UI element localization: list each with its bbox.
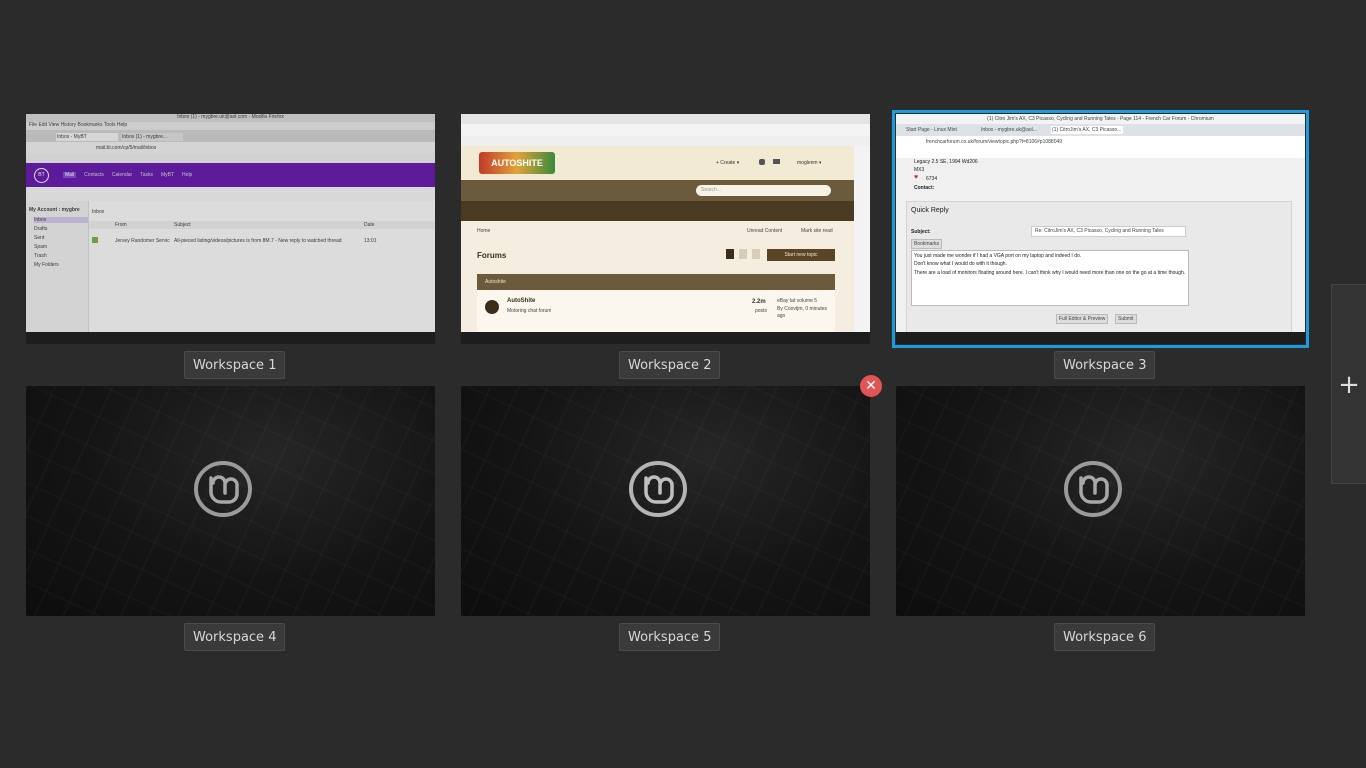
- url-text: frenchcarforum.co.uk/forum/viewtopic.php…: [926, 139, 1063, 145]
- tab-strip: [461, 114, 870, 124]
- page-content: Legacy 2.5 SE, 1994 Wd206 MX3 ♥ 6734 Con…: [896, 158, 1305, 332]
- post-count: 2.2m: [752, 299, 766, 305]
- workspace-thumbnail[interactable]: AUTOSHITE + Create ▾ moglenm ▾ Search...…: [461, 114, 870, 344]
- profile-line: MX3: [914, 167, 925, 173]
- workspace-label[interactable]: Workspace 3: [1054, 351, 1156, 379]
- forum-band: [461, 201, 870, 221]
- reply-line: You just made me wonder if I had a VGA p…: [914, 253, 1082, 259]
- workspace-label[interactable]: Workspace 2: [619, 351, 721, 379]
- forum-body: Home Unread Content Mark site read Forum…: [461, 221, 870, 332]
- workspace-label[interactable]: Workspace 4: [184, 623, 286, 651]
- tab-strip: Start Page - Linux Mint Inbox - mygbre.u…: [896, 124, 1305, 136]
- linux-mint-logo-icon: [194, 461, 252, 517]
- quick-reply-heading: Quick Reply: [911, 207, 949, 214]
- section-header: Autoshite: [477, 274, 835, 290]
- forum-name: AutoShite: [507, 298, 536, 304]
- browser-sidebar: [854, 146, 870, 332]
- panel-strip: [26, 332, 435, 344]
- subject-input: Re: CitroJim's AX, C3 Picasso, Cycling a…: [1031, 226, 1186, 237]
- workspace-label[interactable]: Workspace 5: [619, 623, 721, 651]
- reply-textarea: You just made me wonder if I had a VGA p…: [911, 250, 1189, 306]
- linux-mint-logo-icon: [629, 461, 687, 517]
- bell-icon: [759, 159, 765, 165]
- forum-logo: AUTOSHITE: [479, 152, 555, 174]
- reply-line: There are a load of monitors floating ar…: [914, 270, 1186, 276]
- start-topic-button: Start new topic: [767, 249, 835, 261]
- panel-strip: [461, 332, 870, 344]
- view-toggle: [752, 249, 760, 259]
- workspace-thumbnail[interactable]: [896, 386, 1305, 616]
- chromium-window-preview: (1) Citro Jim's AX, C3 Picasso, Cycling …: [896, 114, 1305, 332]
- search-input: Search...: [696, 185, 831, 196]
- browser-tab: Start Page - Linux Mint: [906, 127, 957, 133]
- heart-count: 6734: [926, 176, 938, 182]
- linux-mint-logo-icon: [1064, 461, 1122, 517]
- submit-button: Submit: [1115, 314, 1137, 324]
- workspace-thumbnail-active[interactable]: (1) Citro Jim's AX, C3 Picasso, Cycling …: [892, 110, 1309, 348]
- forum-window-preview: AUTOSHITE + Create ▾ moglenm ▾ Search...…: [461, 114, 870, 332]
- full-editor-button: Full Editor & Preview: [1056, 314, 1109, 324]
- forum-desc: Motoring chat forum: [507, 308, 552, 314]
- workspace-label[interactable]: Workspace 1: [184, 351, 286, 379]
- forum-icon: [485, 300, 499, 314]
- address-bar: [461, 124, 870, 136]
- mail-window-preview: Inbox (1) - mygbre.uk@aol.com - Mozilla …: [26, 114, 435, 332]
- workspace-thumbnail[interactable]: [26, 386, 435, 616]
- reply-line: Don't know what I would do with it thoug…: [914, 261, 1007, 267]
- subject-label: Subject:: [911, 229, 931, 235]
- forum-nav: Search...: [461, 180, 870, 201]
- view-toggle: [739, 249, 747, 259]
- contact-label: Contact:: [914, 185, 935, 191]
- forum-row: AutoShite Motoring chat forum 2.2m posts…: [477, 290, 835, 332]
- dim-overlay: [26, 114, 435, 332]
- workspace-thumbnail[interactable]: [461, 386, 870, 616]
- bookmarks-bar: [461, 136, 870, 146]
- mark-read-link: Mark site read: [801, 228, 833, 234]
- quick-reply-panel: Quick Reply Subject: Re: CitroJim's AX, …: [906, 201, 1292, 332]
- unread-link: Unread Content: [747, 228, 783, 234]
- last-post: eBay tat volume 5: [777, 298, 818, 304]
- heart-icon: ♥: [914, 174, 919, 181]
- bookmarks-bar: [896, 148, 1305, 158]
- page-title: Forums: [477, 251, 507, 260]
- bookmarks-button: Bookmarks: [911, 239, 943, 249]
- view-toggle: [726, 249, 734, 259]
- browser-tab: Inbox - mygbre.uk@aol...: [981, 127, 1037, 133]
- breadcrumb: Home: [477, 228, 491, 234]
- workspace-thumbnail[interactable]: Inbox (1) - mygbre.uk@aol.com - Mozilla …: [26, 114, 435, 344]
- post-count-label: posts: [755, 308, 767, 314]
- last-post-by: By Coovtjm, 0 minutes ago: [777, 306, 828, 319]
- close-workspace-icon[interactable]: ✕: [860, 375, 882, 397]
- profile-line: Legacy 2.5 SE, 1994 Wd206: [914, 159, 978, 165]
- window-title: (1) Citro Jim's AX, C3 Picasso, Cycling …: [896, 114, 1305, 124]
- envelope-icon: [773, 159, 780, 164]
- panel-strip: [896, 332, 1305, 344]
- add-workspace-button[interactable]: +: [1331, 284, 1366, 484]
- forum-header: AUTOSHITE + Create ▾ moglenm ▾: [461, 146, 870, 180]
- browser-tab: (1) CitroJim's AX, C3 Picasso...: [1051, 126, 1123, 134]
- user-menu: moglenm ▾: [797, 160, 822, 166]
- workspace-label[interactable]: Workspace 6: [1054, 623, 1156, 651]
- section-title: Autoshite: [485, 279, 506, 285]
- create-menu: + Create ▾: [716, 160, 740, 166]
